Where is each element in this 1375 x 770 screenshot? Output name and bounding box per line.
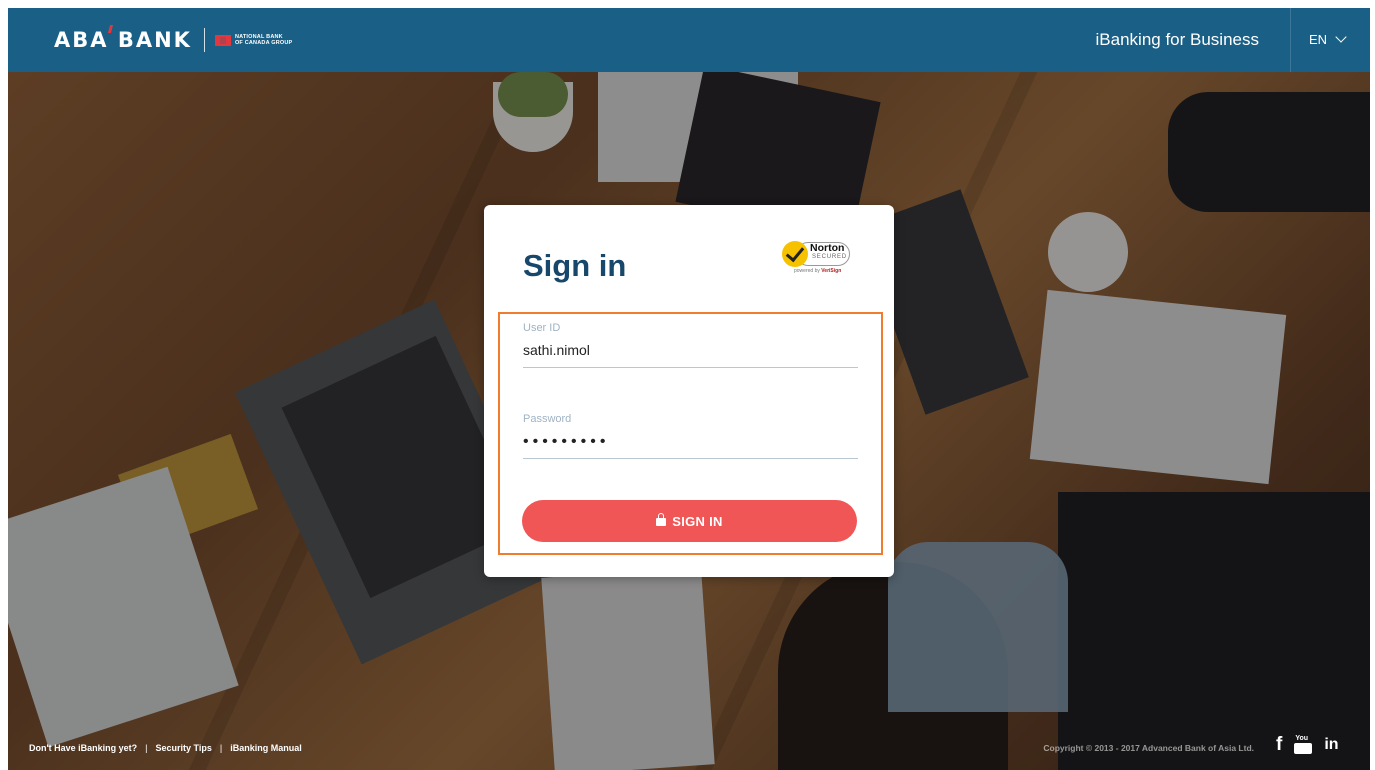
footer-link-manual[interactable]: iBanking Manual bbox=[230, 743, 302, 753]
footer-link-security-tips[interactable]: Security Tips bbox=[156, 743, 212, 753]
brand-logo[interactable]: ABA BANK NATIONAL BANK OF CANADA GROUP bbox=[54, 25, 293, 52]
language-value: EN bbox=[1309, 32, 1328, 47]
brand-name: ABA BANK bbox=[54, 28, 192, 52]
linkedin-icon[interactable]: in bbox=[1324, 736, 1338, 754]
signin-card: Sign in Norton SECURED powered by VeriSi… bbox=[484, 205, 894, 577]
footer-separator: | bbox=[145, 743, 148, 753]
partner-flag-icon bbox=[214, 34, 231, 46]
norton-secured-text: SECURED bbox=[812, 254, 847, 260]
youtube-box bbox=[1294, 743, 1313, 754]
user-id-input[interactable]: sathi.nimol bbox=[523, 342, 590, 358]
signin-title: Sign in bbox=[523, 248, 627, 283]
partner-line-2: OF CANADA GROUP bbox=[234, 40, 293, 46]
norton-powered-label: powered by bbox=[794, 268, 820, 274]
norton-powered-by: powered by VeriSign bbox=[794, 268, 841, 274]
norton-vendor: VeriSign bbox=[821, 268, 842, 274]
password-input[interactable]: ••••••••• bbox=[523, 433, 609, 451]
password-underline bbox=[523, 458, 858, 459]
footer-links: Don't Have iBanking yet? | Security Tips… bbox=[29, 743, 302, 753]
password-label: Password bbox=[523, 413, 572, 425]
page: ABA BANK NATIONAL BANK OF CANADA GROUP i… bbox=[8, 8, 1370, 770]
language-divider bbox=[1290, 8, 1291, 72]
language-selector[interactable]: EN bbox=[1309, 31, 1347, 47]
header-bar: ABA BANK NATIONAL BANK OF CANADA GROUP i… bbox=[8, 8, 1370, 72]
lock-icon bbox=[656, 513, 667, 527]
partner-text: NATIONAL BANK OF CANADA GROUP bbox=[235, 34, 293, 46]
brand-divider bbox=[203, 28, 205, 52]
user-id-underline bbox=[523, 367, 858, 368]
youtube-top-text: You bbox=[1295, 735, 1309, 742]
norton-secured-badge[interactable]: Norton SECURED powered by VeriSign bbox=[782, 238, 854, 276]
partner-logo: NATIONAL BANK OF CANADA GROUP bbox=[214, 34, 293, 46]
copyright-text: Copyright © 2013 - 2017 Advanced Bank of… bbox=[1043, 743, 1254, 753]
chevron-down-icon bbox=[1335, 31, 1347, 43]
norton-name: Norton bbox=[810, 242, 845, 254]
youtube-icon[interactable]: You bbox=[1294, 735, 1313, 755]
sign-in-button[interactable]: SIGN IN bbox=[522, 500, 857, 542]
norton-check-icon bbox=[782, 241, 808, 267]
social-links: f You in bbox=[1276, 734, 1339, 756]
footer-link-signup[interactable]: Don't Have iBanking yet? bbox=[29, 743, 137, 753]
sign-in-button-label: SIGN IN bbox=[672, 513, 723, 529]
header-title: iBanking for Business bbox=[1095, 30, 1259, 49]
facebook-icon[interactable]: f bbox=[1276, 734, 1282, 756]
footer-separator: | bbox=[219, 743, 223, 753]
user-id-label: User ID bbox=[523, 322, 561, 334]
